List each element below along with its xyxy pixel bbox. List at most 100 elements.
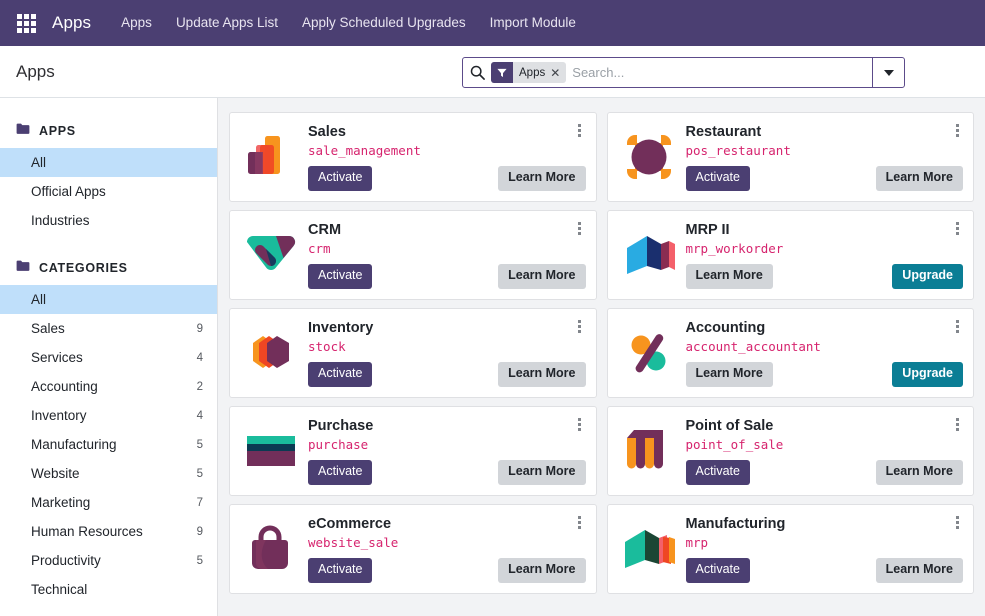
learn-more-button[interactable]: Learn More xyxy=(498,558,586,583)
activate-button[interactable]: Activate xyxy=(308,362,373,387)
sidebar-section-apps-header: APPS xyxy=(0,116,217,148)
app-card-body: eCommerce website_sale Activate Learn Mo… xyxy=(304,515,586,583)
filter-funnel-icon xyxy=(491,62,513,83)
activate-button[interactable]: Activate xyxy=(685,166,750,191)
app-technical-name: purchase xyxy=(308,437,369,453)
kebab-menu-icon[interactable] xyxy=(950,219,964,237)
activate-button[interactable]: Activate xyxy=(308,558,373,583)
sidebar-item-sales[interactable]: Sales 9 xyxy=(0,314,217,343)
app-card-inventory[interactable]: Inventory stock Activate Learn More xyxy=(229,308,597,398)
search-facet-label: Apps xyxy=(519,66,546,79)
sidebar-item-accounting[interactable]: Accounting 2 xyxy=(0,372,217,401)
sidebar-item-count: 5 xyxy=(196,438,203,451)
app-card-mrp-ii[interactable]: MRP II mrp_workorder Learn More Upgrade xyxy=(606,210,974,300)
page-title: Apps xyxy=(16,61,55,81)
kebab-menu-icon[interactable] xyxy=(573,415,587,433)
learn-more-button[interactable]: Learn More xyxy=(685,362,773,387)
sidebar-item-label: Inventory xyxy=(31,408,87,423)
restaurant-circle-icon xyxy=(616,124,682,190)
navbar-item-apply-scheduled-upgrades[interactable]: Apply Scheduled Upgrades xyxy=(290,0,478,46)
search-facet-close-icon[interactable]: ✕ xyxy=(550,67,566,79)
apps-grid-icon[interactable] xyxy=(12,9,40,37)
sidebar-item-human-resources[interactable]: Human Resources 9 xyxy=(0,517,217,546)
search-facet-apps[interactable]: Apps ✕ xyxy=(491,62,567,83)
sidebar-item-count: 5 xyxy=(196,554,203,567)
learn-more-button[interactable]: Learn More xyxy=(498,362,586,387)
search-view[interactable]: Apps ✕ xyxy=(462,57,905,88)
kebab-menu-icon[interactable] xyxy=(573,121,587,139)
navbar-item-apps[interactable]: Apps xyxy=(109,0,164,46)
activate-button[interactable]: Activate xyxy=(685,558,750,583)
app-card-manufacturing[interactable]: Manufacturing mrp Activate Learn More xyxy=(606,504,974,594)
sidebar-item-label: Marketing xyxy=(31,495,91,510)
manufacturing-book-icon xyxy=(616,516,682,582)
sidebar-item-label: Industries xyxy=(31,213,90,228)
sidebar-item-website[interactable]: Website 5 xyxy=(0,459,217,488)
app-card-crm[interactable]: CRM crm Activate Learn More xyxy=(229,210,597,300)
app-card-body: Inventory stock Activate Learn More xyxy=(304,319,586,387)
kebab-menu-icon[interactable] xyxy=(950,121,964,139)
learn-more-button[interactable]: Learn More xyxy=(498,166,586,191)
kebab-menu-icon[interactable] xyxy=(573,513,587,531)
chevron-down-icon xyxy=(883,69,894,76)
sidebar-item-services[interactable]: Services 4 xyxy=(0,343,217,372)
sidebar-item-industries[interactable]: Industries xyxy=(0,206,217,235)
navbar-item-update-apps-list[interactable]: Update Apps List xyxy=(164,0,290,46)
sidebar-item-label: Sales xyxy=(31,321,65,336)
learn-more-button[interactable]: Learn More xyxy=(685,264,773,289)
sidebar-item-apps-all[interactable]: All xyxy=(0,148,217,177)
app-actions: Activate Learn More xyxy=(308,558,586,583)
upgrade-button[interactable]: Upgrade xyxy=(892,264,963,289)
learn-more-button[interactable]: Learn More xyxy=(875,558,963,583)
kebab-menu-icon[interactable] xyxy=(573,219,587,237)
app-technical-name: mrp_workorder xyxy=(685,241,784,257)
kebab-menu-icon[interactable] xyxy=(950,513,964,531)
activate-button[interactable]: Activate xyxy=(685,460,750,485)
kebab-menu-icon[interactable] xyxy=(950,317,964,335)
sidebar-item-label: Manufacturing xyxy=(31,437,117,452)
app-card-ecommerce[interactable]: eCommerce website_sale Activate Learn Mo… xyxy=(229,504,597,594)
activate-button[interactable]: Activate xyxy=(308,264,373,289)
sidebar-item-official-apps[interactable]: Official Apps xyxy=(0,177,217,206)
folder-icon xyxy=(16,259,30,277)
activate-button[interactable]: Activate xyxy=(308,166,373,191)
app-name: CRM xyxy=(308,222,342,239)
app-card-restaurant[interactable]: Restaurant pos_restaurant Activate Learn… xyxy=(606,112,974,202)
app-technical-name: account_accountant xyxy=(685,339,821,355)
sidebar-item-count: 2 xyxy=(196,380,203,393)
sidebar-item-label: Services xyxy=(31,350,83,365)
app-card-accounting[interactable]: Accounting account_accountant Learn More… xyxy=(606,308,974,398)
learn-more-button[interactable]: Learn More xyxy=(498,264,586,289)
learn-more-button[interactable]: Learn More xyxy=(875,460,963,485)
app-card-sales[interactable]: Sales sale_management Activate Learn Mor… xyxy=(229,112,597,202)
sidebar-item-label: Accounting xyxy=(31,379,98,394)
sidebar-item-manufacturing[interactable]: Manufacturing 5 xyxy=(0,430,217,459)
sidebar-item-label: Human Resources xyxy=(31,524,143,539)
search-dropdown-toggle[interactable] xyxy=(872,58,904,87)
sidebar-item-marketing[interactable]: Marketing 7 xyxy=(0,488,217,517)
app-name: Restaurant xyxy=(685,124,762,141)
sidebar-section-title: CATEGORIES xyxy=(39,261,128,275)
sidebar-item-count: 4 xyxy=(196,409,203,422)
sidebar-item-categories-all[interactable]: All xyxy=(0,285,217,314)
learn-more-button[interactable]: Learn More xyxy=(875,166,963,191)
app-card-cell: MRP II mrp_workorder Learn More Upgrade xyxy=(602,206,980,304)
app-card-point-of-sale[interactable]: Point of Sale point_of_sale Activate Lea… xyxy=(606,406,974,496)
app-card-cell: eCommerce website_sale Activate Learn Mo… xyxy=(224,500,602,598)
app-actions: Activate Learn More xyxy=(685,558,963,583)
app-card-purchase[interactable]: Purchase purchase Activate Learn More xyxy=(229,406,597,496)
app-card-body: Sales sale_management Activate Learn Mor… xyxy=(304,123,586,191)
navbar-item-import-module[interactable]: Import Module xyxy=(478,0,588,46)
kebab-menu-icon[interactable] xyxy=(573,317,587,335)
sidebar-item-productivity[interactable]: Productivity 5 xyxy=(0,546,217,575)
activate-button[interactable]: Activate xyxy=(308,460,373,485)
sidebar-item-inventory[interactable]: Inventory 4 xyxy=(0,401,217,430)
sidebar-item-label: Website xyxy=(31,466,80,481)
search-input[interactable] xyxy=(572,59,872,86)
apps-content-area: Sales sale_management Activate Learn Mor… xyxy=(218,98,985,616)
kebab-menu-icon[interactable] xyxy=(950,415,964,433)
sidebar-item-technical[interactable]: Technical xyxy=(0,575,217,604)
learn-more-button[interactable]: Learn More xyxy=(498,460,586,485)
app-card-cell: Purchase purchase Activate Learn More xyxy=(224,402,602,500)
upgrade-button[interactable]: Upgrade xyxy=(892,362,963,387)
